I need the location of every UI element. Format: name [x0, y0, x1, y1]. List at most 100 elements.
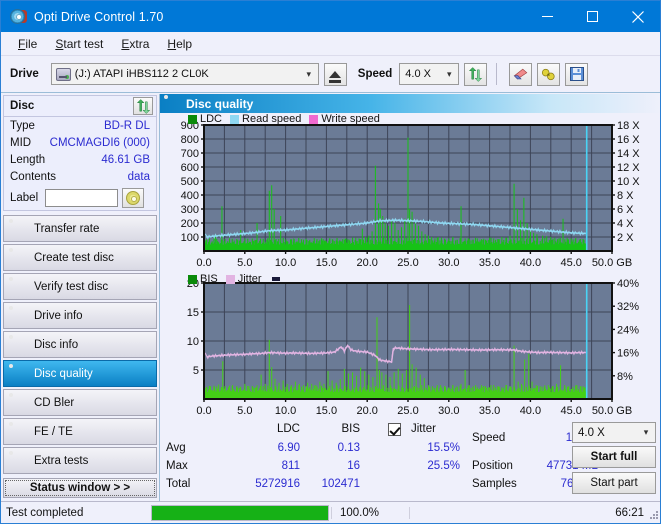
svg-text:2 X: 2 X [617, 232, 634, 244]
svg-text:400: 400 [181, 190, 199, 202]
resize-grip-icon[interactable] [649, 510, 659, 520]
refresh-button[interactable] [464, 62, 488, 86]
plug-button[interactable] [537, 62, 561, 86]
eraser-icon [513, 68, 528, 79]
sidebar-item-cd-bler[interactable]: CD Bler [3, 389, 157, 416]
svg-text:40%: 40% [617, 278, 639, 290]
svg-text:16%: 16% [617, 348, 639, 360]
svg-text:10.0: 10.0 [275, 405, 296, 417]
menu-item-start-test[interactable]: Start test [46, 35, 112, 53]
chart-ldc-legend: LDC Read speed Write speed [188, 113, 388, 125]
main-header: Disc quality [160, 94, 660, 113]
chevron-down-icon: ▾ [643, 427, 649, 437]
disc-refresh-button[interactable] [133, 97, 153, 115]
svg-text:4 X: 4 X [617, 218, 634, 230]
erase-button[interactable] [509, 62, 533, 86]
stats-samples-key: Samples [472, 478, 517, 490]
start-full-button[interactable]: Start full [572, 446, 656, 468]
sidebar-item-transfer-rate[interactable]: Transfer rate [3, 215, 157, 242]
legend-label-bis: BIS [200, 273, 218, 285]
disc-label-input[interactable] [45, 189, 119, 207]
stats-panel: LDC BIS Jitter Avg 6.90 0.13 15.5% Max 8… [160, 419, 660, 501]
toolbar: Drive (J:) ATAPI iHBS112 2 CL0K ▾ Speed … [1, 56, 660, 93]
disc-panel-header: Disc [4, 96, 156, 117]
svg-text:45.0: 45.0 [560, 257, 581, 269]
disc-icon [126, 191, 141, 205]
disc-row-value: 46.61 GB [101, 153, 150, 166]
menu-item-file[interactable]: File [9, 35, 46, 53]
sidebar-item-drive-info[interactable]: Drive info [3, 302, 157, 329]
svg-text:0.0: 0.0 [196, 257, 211, 269]
body: Disc Type BD-R DL MID CMCMAGDI6 (000) Le… [1, 94, 661, 501]
stats-max-jitter: 25.5% [427, 460, 460, 472]
refresh-icon [469, 66, 483, 82]
sidebar-item-label: Verify test disc [34, 280, 109, 293]
jitter-checkbox[interactable] [388, 423, 401, 436]
speed-select-value: 4.0 X [405, 68, 431, 80]
svg-text:15: 15 [187, 307, 199, 319]
menu-item-extra[interactable]: Extra [112, 35, 158, 53]
chart-ldc-plot[interactable]: 1002003004005006007008009002 X4 X6 X8 X1… [160, 113, 661, 273]
sidebar-item-disc-info[interactable]: Disc info [3, 331, 157, 358]
svg-text:12 X: 12 X [617, 162, 640, 174]
disc-label-button[interactable] [122, 188, 145, 208]
sidebar-item-verify-test-disc[interactable]: Verify test disc [3, 273, 157, 300]
disc-row-value: data [127, 170, 150, 183]
legend-label-read-speed: Read speed [242, 113, 302, 125]
svg-text:40.0: 40.0 [520, 257, 541, 269]
svg-text:6 X: 6 X [617, 204, 634, 216]
drive-select[interactable]: (J:) ATAPI iHBS112 2 CL0K ▾ [50, 63, 319, 85]
sidebar-item-disc-quality[interactable]: Disc quality [3, 360, 157, 387]
disc-icon [11, 366, 26, 381]
svg-text:200: 200 [181, 218, 199, 230]
stats-col-bis: BIS [341, 423, 360, 435]
close-button[interactable] [615, 1, 660, 32]
sidebar-item-extra-tests[interactable]: Extra tests [3, 447, 157, 474]
legend-swatch-read-speed [230, 114, 240, 124]
stats-row-total-key: Total [166, 478, 191, 490]
chart-bis-legend: BIS Jitter [188, 273, 280, 285]
stats-row-max-key: Max [166, 460, 188, 472]
test-speed-select[interactable]: 4.0 X ▾ [572, 422, 656, 443]
save-button[interactable] [565, 62, 589, 86]
stats-position-key: Position [472, 460, 513, 472]
eject-button[interactable] [323, 62, 347, 86]
speed-select[interactable]: 4.0 X ▾ [399, 63, 460, 85]
progress-bar [151, 504, 329, 521]
chart-bis-plot[interactable]: 51015208%16%24%32%40%0.0 5.0 10.0 15.0 20.0 2… [160, 273, 661, 421]
sidebar-item-fe-te[interactable]: FE / TE [3, 418, 157, 445]
stats-row-avg-key: Avg [166, 442, 186, 454]
sidebar-item-label: FE / TE [34, 425, 73, 438]
svg-text:35.0: 35.0 [479, 257, 500, 269]
start-part-button[interactable]: Start part [572, 472, 656, 494]
maximize-button[interactable] [570, 1, 615, 32]
save-icon [569, 67, 584, 81]
disc-icon [11, 250, 26, 265]
sidebar-item-create-test-disc[interactable]: Create test disc [3, 244, 157, 271]
svg-text:30.0: 30.0 [438, 257, 459, 269]
chart-bis: BIS Jitter 5 10 15 20 8% 16% 24% 32% 40% 0.0 5.0 10… [160, 273, 661, 421]
disc-icon [11, 424, 26, 439]
sidebar-nav: Transfer rate Create test disc Verify te… [3, 215, 157, 476]
chevron-down-icon: ▾ [306, 68, 312, 79]
status-window-button[interactable]: Status window > > [3, 478, 157, 498]
drive-select-value: (J:) ATAPI iHBS112 2 CL0K [74, 68, 209, 80]
disc-label-row: Label [4, 186, 156, 210]
disc-row-value: BD-R DL [103, 119, 150, 132]
disc-icon [11, 308, 26, 323]
svg-text:600: 600 [181, 162, 199, 174]
legend-marker-icon [271, 277, 280, 281]
disc-label-key: Label [10, 192, 39, 204]
svg-text:500: 500 [181, 176, 199, 188]
menu-item-help[interactable]: Help [158, 35, 201, 53]
svg-text:10 X: 10 X [617, 176, 640, 188]
legend-swatch-ldc [188, 114, 197, 124]
sidebar-item-label: Create test disc [34, 251, 114, 264]
main-header-title: Disc quality [186, 96, 254, 111]
disc-row-key: MID [10, 136, 32, 149]
sidebar: Disc Type BD-R DL MID CMCMAGDI6 (000) Le… [1, 94, 159, 501]
minimize-button[interactable] [525, 1, 570, 32]
test-speed-value: 4.0 X [578, 426, 605, 439]
disc-row-key: Type [10, 119, 35, 132]
disc-icon [11, 395, 26, 410]
